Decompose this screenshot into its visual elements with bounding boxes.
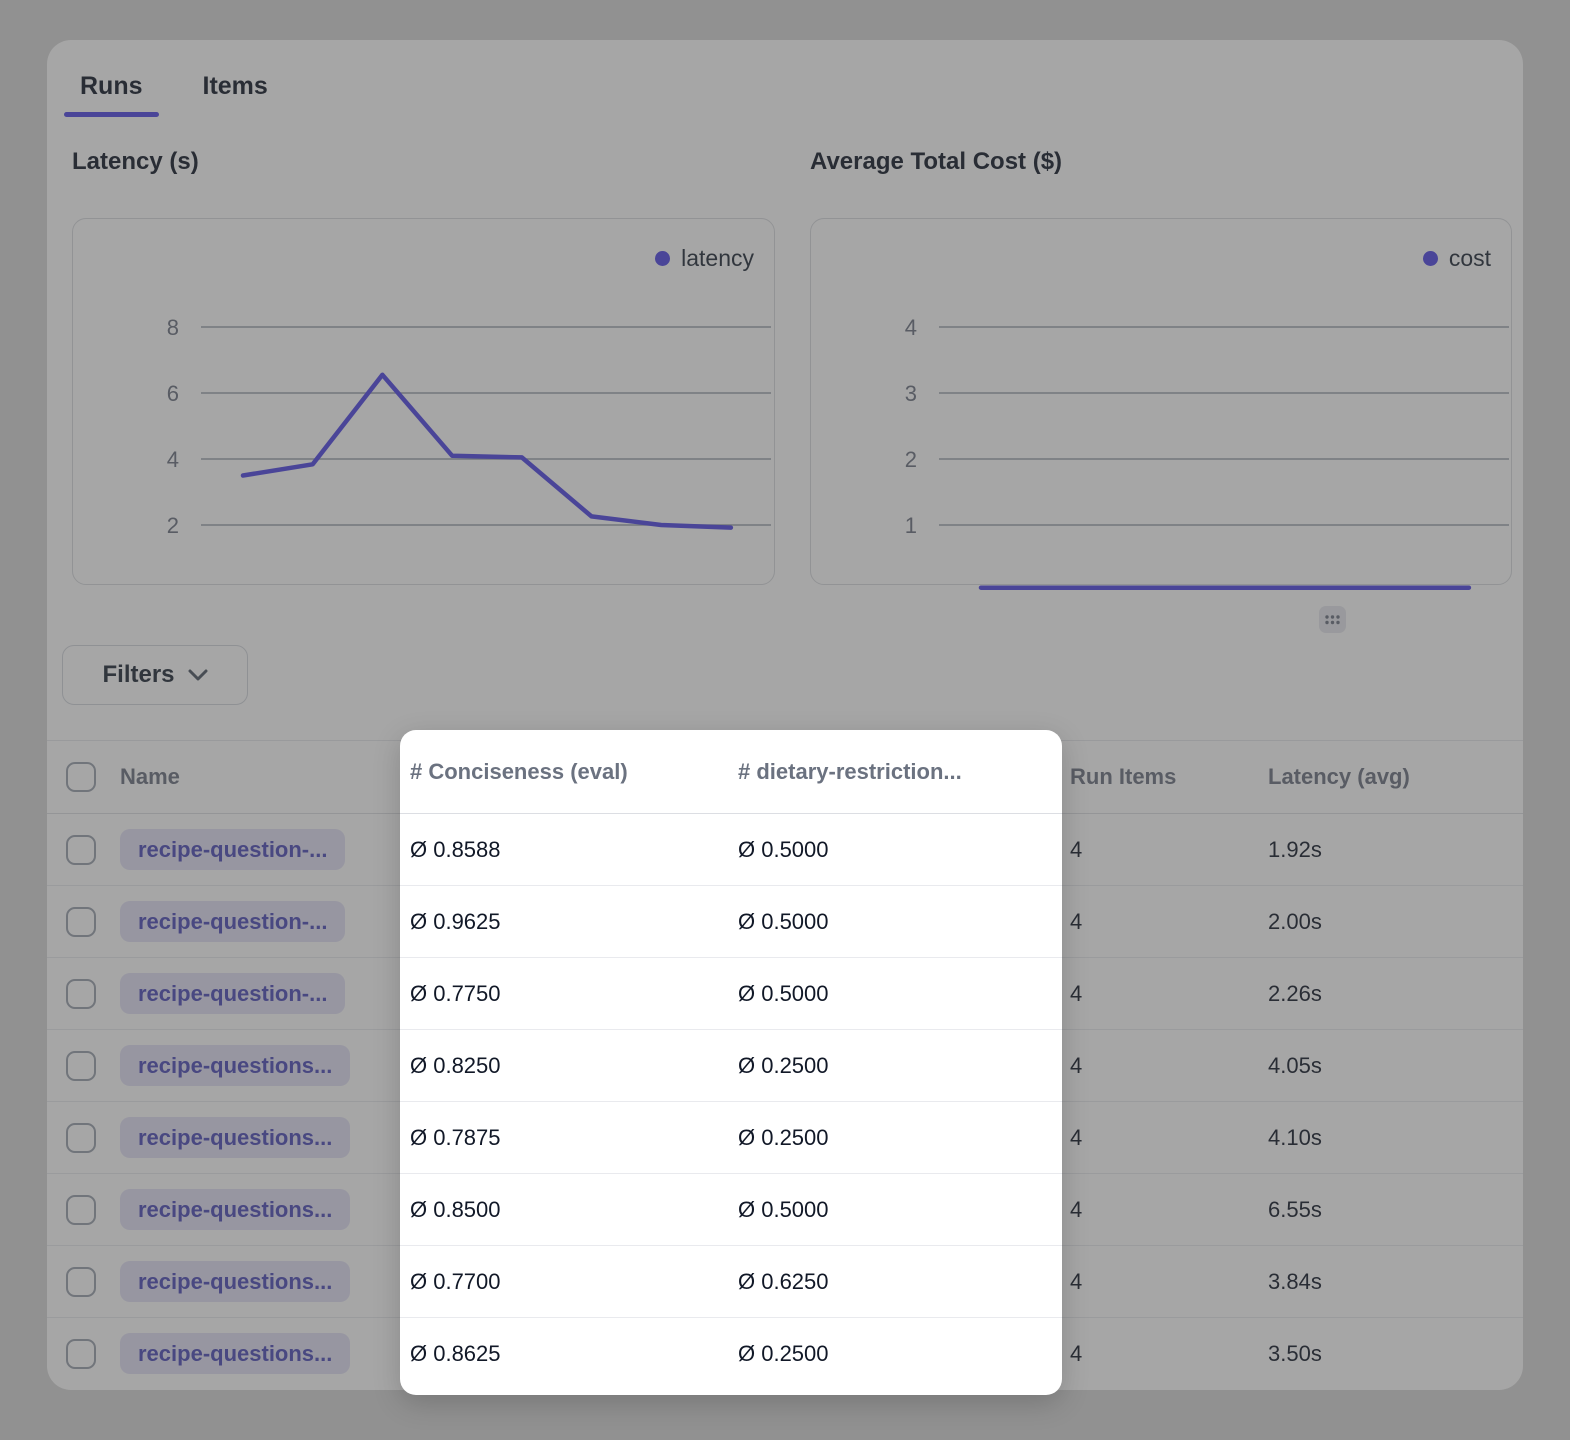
column-header-dietary: # dietary-restriction... (738, 759, 962, 785)
column-header-conciseness: # Conciseness (eval) (410, 759, 628, 785)
spotlight-row: Ø 0.9625 Ø 0.5000 (400, 886, 1062, 958)
conciseness-cell: Ø 0.7700 (410, 1269, 501, 1295)
conciseness-cell: Ø 0.8588 (410, 837, 501, 863)
conciseness-cell: Ø 0.8625 (410, 1341, 501, 1367)
conciseness-cell: Ø 0.9625 (410, 909, 501, 935)
spotlight-row: Ø 0.8500 Ø 0.5000 (400, 1174, 1062, 1246)
conciseness-cell: Ø 0.7750 (410, 981, 501, 1007)
spotlight-row: Ø 0.7700 Ø 0.6250 (400, 1246, 1062, 1318)
spotlight-row: Ø 0.8588 Ø 0.5000 (400, 814, 1062, 886)
dietary-cell: Ø 0.5000 (738, 837, 829, 863)
conciseness-cell: Ø 0.8250 (410, 1053, 501, 1079)
conciseness-cell: Ø 0.8500 (410, 1197, 501, 1223)
highlighted-columns-panel: # Conciseness (eval) # dietary-restricti… (400, 730, 1062, 1395)
dietary-cell: Ø 0.5000 (738, 909, 829, 935)
conciseness-cell: Ø 0.7875 (410, 1125, 501, 1151)
spotlight-row: Ø 0.8250 Ø 0.2500 (400, 1030, 1062, 1102)
dietary-cell: Ø 0.6250 (738, 1269, 829, 1295)
dietary-cell: Ø 0.2500 (738, 1341, 829, 1367)
dietary-cell: Ø 0.2500 (738, 1125, 829, 1151)
spotlight-row: Ø 0.8625 Ø 0.2500 (400, 1318, 1062, 1390)
dietary-cell: Ø 0.5000 (738, 981, 829, 1007)
spotlight-row: Ø 0.7875 Ø 0.2500 (400, 1102, 1062, 1174)
dietary-cell: Ø 0.2500 (738, 1053, 829, 1079)
spotlight-header: # Conciseness (eval) # dietary-restricti… (400, 730, 1062, 814)
spotlight-row: Ø 0.7750 Ø 0.5000 (400, 958, 1062, 1030)
dietary-cell: Ø 0.5000 (738, 1197, 829, 1223)
